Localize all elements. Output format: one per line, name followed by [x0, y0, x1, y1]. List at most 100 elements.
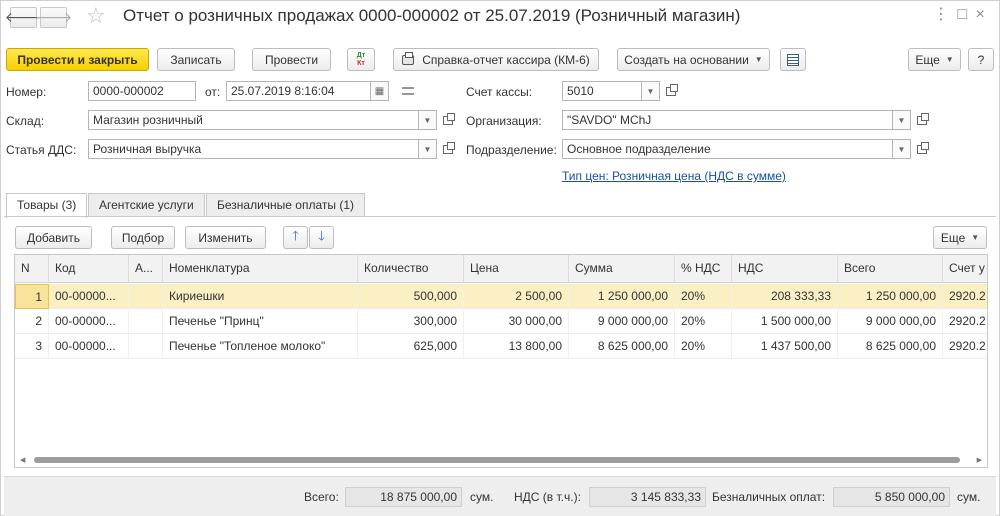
column-header-price[interactable]: Цена	[464, 255, 569, 283]
horizontal-scrollbar[interactable]: ◀ ▶	[18, 456, 984, 464]
column-header-item[interactable]: Номенклатура	[163, 255, 358, 283]
division-open-button[interactable]	[913, 139, 931, 159]
date-field[interactable]: 25.07.2019 8:16:04	[226, 81, 371, 101]
cash-flow-item-field[interactable]: Розничная выручка	[88, 139, 419, 159]
price-cell[interactable]: 13 800,00	[464, 334, 569, 359]
change-button[interactable]: Изменить	[185, 226, 266, 249]
back-button[interactable]: 🡐	[5, 7, 42, 28]
table-row[interactable]: 3 00-00000... Печенье "Топленое молоко" …	[15, 334, 987, 359]
total-cell[interactable]: 9 000 000,00	[838, 309, 943, 334]
cash-account-field[interactable]: 5010	[562, 81, 642, 101]
help-button[interactable]: ?	[968, 48, 994, 71]
division-dropdown[interactable]: ▼	[893, 139, 911, 159]
item-cell[interactable]: Кириешки	[163, 284, 358, 309]
cash-flow-item-label: Статья ДДС:	[6, 143, 77, 157]
table-row[interactable]: 2 00-00000... Печенье "Принц" 300,000 30…	[15, 309, 987, 334]
organization-dropdown[interactable]: ▼	[893, 110, 911, 130]
selection-button[interactable]: Подбор	[111, 226, 175, 249]
totals-footer: Всего: 18 875 000,00 сум. НДС (в т.ч.): …	[4, 476, 996, 516]
comment-icon[interactable]	[399, 81, 417, 101]
vat-rate-cell[interactable]: 20%	[675, 284, 732, 309]
sum-cell[interactable]: 1 250 000,00	[569, 284, 675, 309]
chevron-down-icon: ▼	[423, 115, 432, 125]
total-cell[interactable]: 1 250 000,00	[838, 284, 943, 309]
window-controls[interactable]: ⋮ □ ×	[933, 4, 987, 24]
column-header-a[interactable]: А...	[129, 255, 163, 283]
cash-account-dropdown[interactable]: ▼	[642, 81, 660, 101]
column-header-vat-rate[interactable]: % НДС	[675, 255, 732, 283]
calendar-button[interactable]: ▦	[371, 81, 389, 101]
tab-agent-services[interactable]: Агентские услуги	[88, 193, 205, 217]
code-cell[interactable]: 00-00000...	[49, 334, 129, 359]
table-more-button[interactable]: Еще ▼	[933, 226, 987, 249]
move-down-button[interactable]: 🡓	[309, 226, 334, 249]
column-header-n[interactable]: N	[15, 255, 49, 283]
scroll-left-icon[interactable]: ◀	[20, 456, 25, 464]
code-cell[interactable]: 00-00000...	[49, 284, 129, 309]
account-cell[interactable]: 2920.2	[943, 334, 987, 359]
vat-cell[interactable]: 1 437 500,00	[732, 334, 838, 359]
sum-cell[interactable]: 8 625 000,00	[569, 334, 675, 359]
warehouse-field[interactable]: Магазин розничный	[88, 110, 419, 130]
column-header-sum[interactable]: Сумма	[569, 255, 675, 283]
column-header-code[interactable]: Код	[49, 255, 129, 283]
total-cell[interactable]: 8 625 000,00	[838, 334, 943, 359]
cashier-report-button[interactable]: Справка-отчет кассира (КМ-6)	[393, 48, 599, 71]
vat-cell[interactable]: 208 333,33	[732, 284, 838, 309]
scrollbar-thumb[interactable]	[34, 457, 960, 463]
table-row[interactable]: 1 00-00000... Кириешки 500,000 2 500,00 …	[15, 284, 987, 309]
printer-icon	[402, 51, 415, 65]
division-field[interactable]: Основное подразделение	[562, 139, 893, 159]
goods-table[interactable]: N Код А... Номенклатура Количество Цена …	[14, 254, 988, 468]
organization-field[interactable]: "SAVDO" MChJ	[562, 110, 893, 130]
item-cell[interactable]: Печенье "Топленое молоко"	[163, 334, 358, 359]
column-header-vat[interactable]: НДС	[732, 255, 838, 283]
save-button[interactable]: Записать	[157, 48, 235, 71]
code-cell[interactable]: 00-00000...	[49, 309, 129, 334]
vat-rate-cell[interactable]: 20%	[675, 334, 732, 359]
more-label: Еще	[915, 52, 940, 67]
create-based-on-button[interactable]: Создать на основании ▼	[617, 48, 770, 71]
tab-cashless-payments[interactable]: Безналичные оплаты (1)	[206, 193, 366, 217]
cash-flow-item-dropdown[interactable]: ▼	[419, 139, 437, 159]
chevron-down-icon: ▼	[423, 144, 432, 154]
number-field[interactable]: 0000-000002	[88, 81, 196, 101]
cash-account-open-button[interactable]	[662, 81, 680, 101]
scroll-right-icon[interactable]: ▶	[977, 456, 982, 464]
dt-kt-button[interactable]: Дт Кт	[347, 48, 375, 71]
column-header-quantity[interactable]: Количество	[358, 255, 464, 283]
forward-button[interactable]: 🡒	[35, 7, 72, 28]
a-cell[interactable]	[129, 284, 163, 309]
post-button[interactable]: Провести	[252, 48, 331, 71]
arrow-up-icon: 🡑	[292, 227, 299, 243]
sum-cell[interactable]: 9 000 000,00	[569, 309, 675, 334]
a-cell[interactable]	[129, 309, 163, 334]
tab-goods[interactable]: Товары (3)	[6, 193, 88, 218]
warehouse-open-button[interactable]	[439, 110, 457, 130]
price-cell[interactable]: 2 500,00	[464, 284, 569, 309]
price-cell[interactable]: 30 000,00	[464, 309, 569, 334]
column-header-total[interactable]: Всего	[838, 255, 943, 283]
quantity-cell[interactable]: 300,000	[358, 309, 464, 334]
cashless-label: Безналичных оплат:	[712, 490, 826, 504]
move-up-button[interactable]: 🡑	[283, 226, 308, 249]
a-cell[interactable]	[129, 334, 163, 359]
account-cell[interactable]: 2920.2	[943, 284, 987, 309]
item-cell[interactable]: Печенье "Принц"	[163, 309, 358, 334]
quantity-cell[interactable]: 500,000	[358, 284, 464, 309]
organization-open-button[interactable]	[913, 110, 931, 130]
column-header-account[interactable]: Счет у	[943, 255, 987, 283]
price-type-link[interactable]: Тип цен: Розничная цена (НДС в сумме)	[562, 169, 786, 183]
structure-button[interactable]	[780, 48, 806, 71]
post-and-close-button[interactable]: Провести и закрыть	[6, 48, 149, 71]
vat-total-label: НДС (в т.ч.):	[514, 490, 581, 504]
account-cell[interactable]: 2920.2	[943, 309, 987, 334]
add-row-button[interactable]: Добавить	[15, 226, 92, 249]
quantity-cell[interactable]: 625,000	[358, 334, 464, 359]
vat-rate-cell[interactable]: 20%	[675, 309, 732, 334]
cash-flow-item-open-button[interactable]	[439, 139, 457, 159]
warehouse-dropdown[interactable]: ▼	[419, 110, 437, 130]
vat-cell[interactable]: 1 500 000,00	[732, 309, 838, 334]
more-button[interactable]: Еще ▼	[908, 48, 961, 71]
favorite-star-icon[interactable]: ☆	[86, 4, 106, 28]
